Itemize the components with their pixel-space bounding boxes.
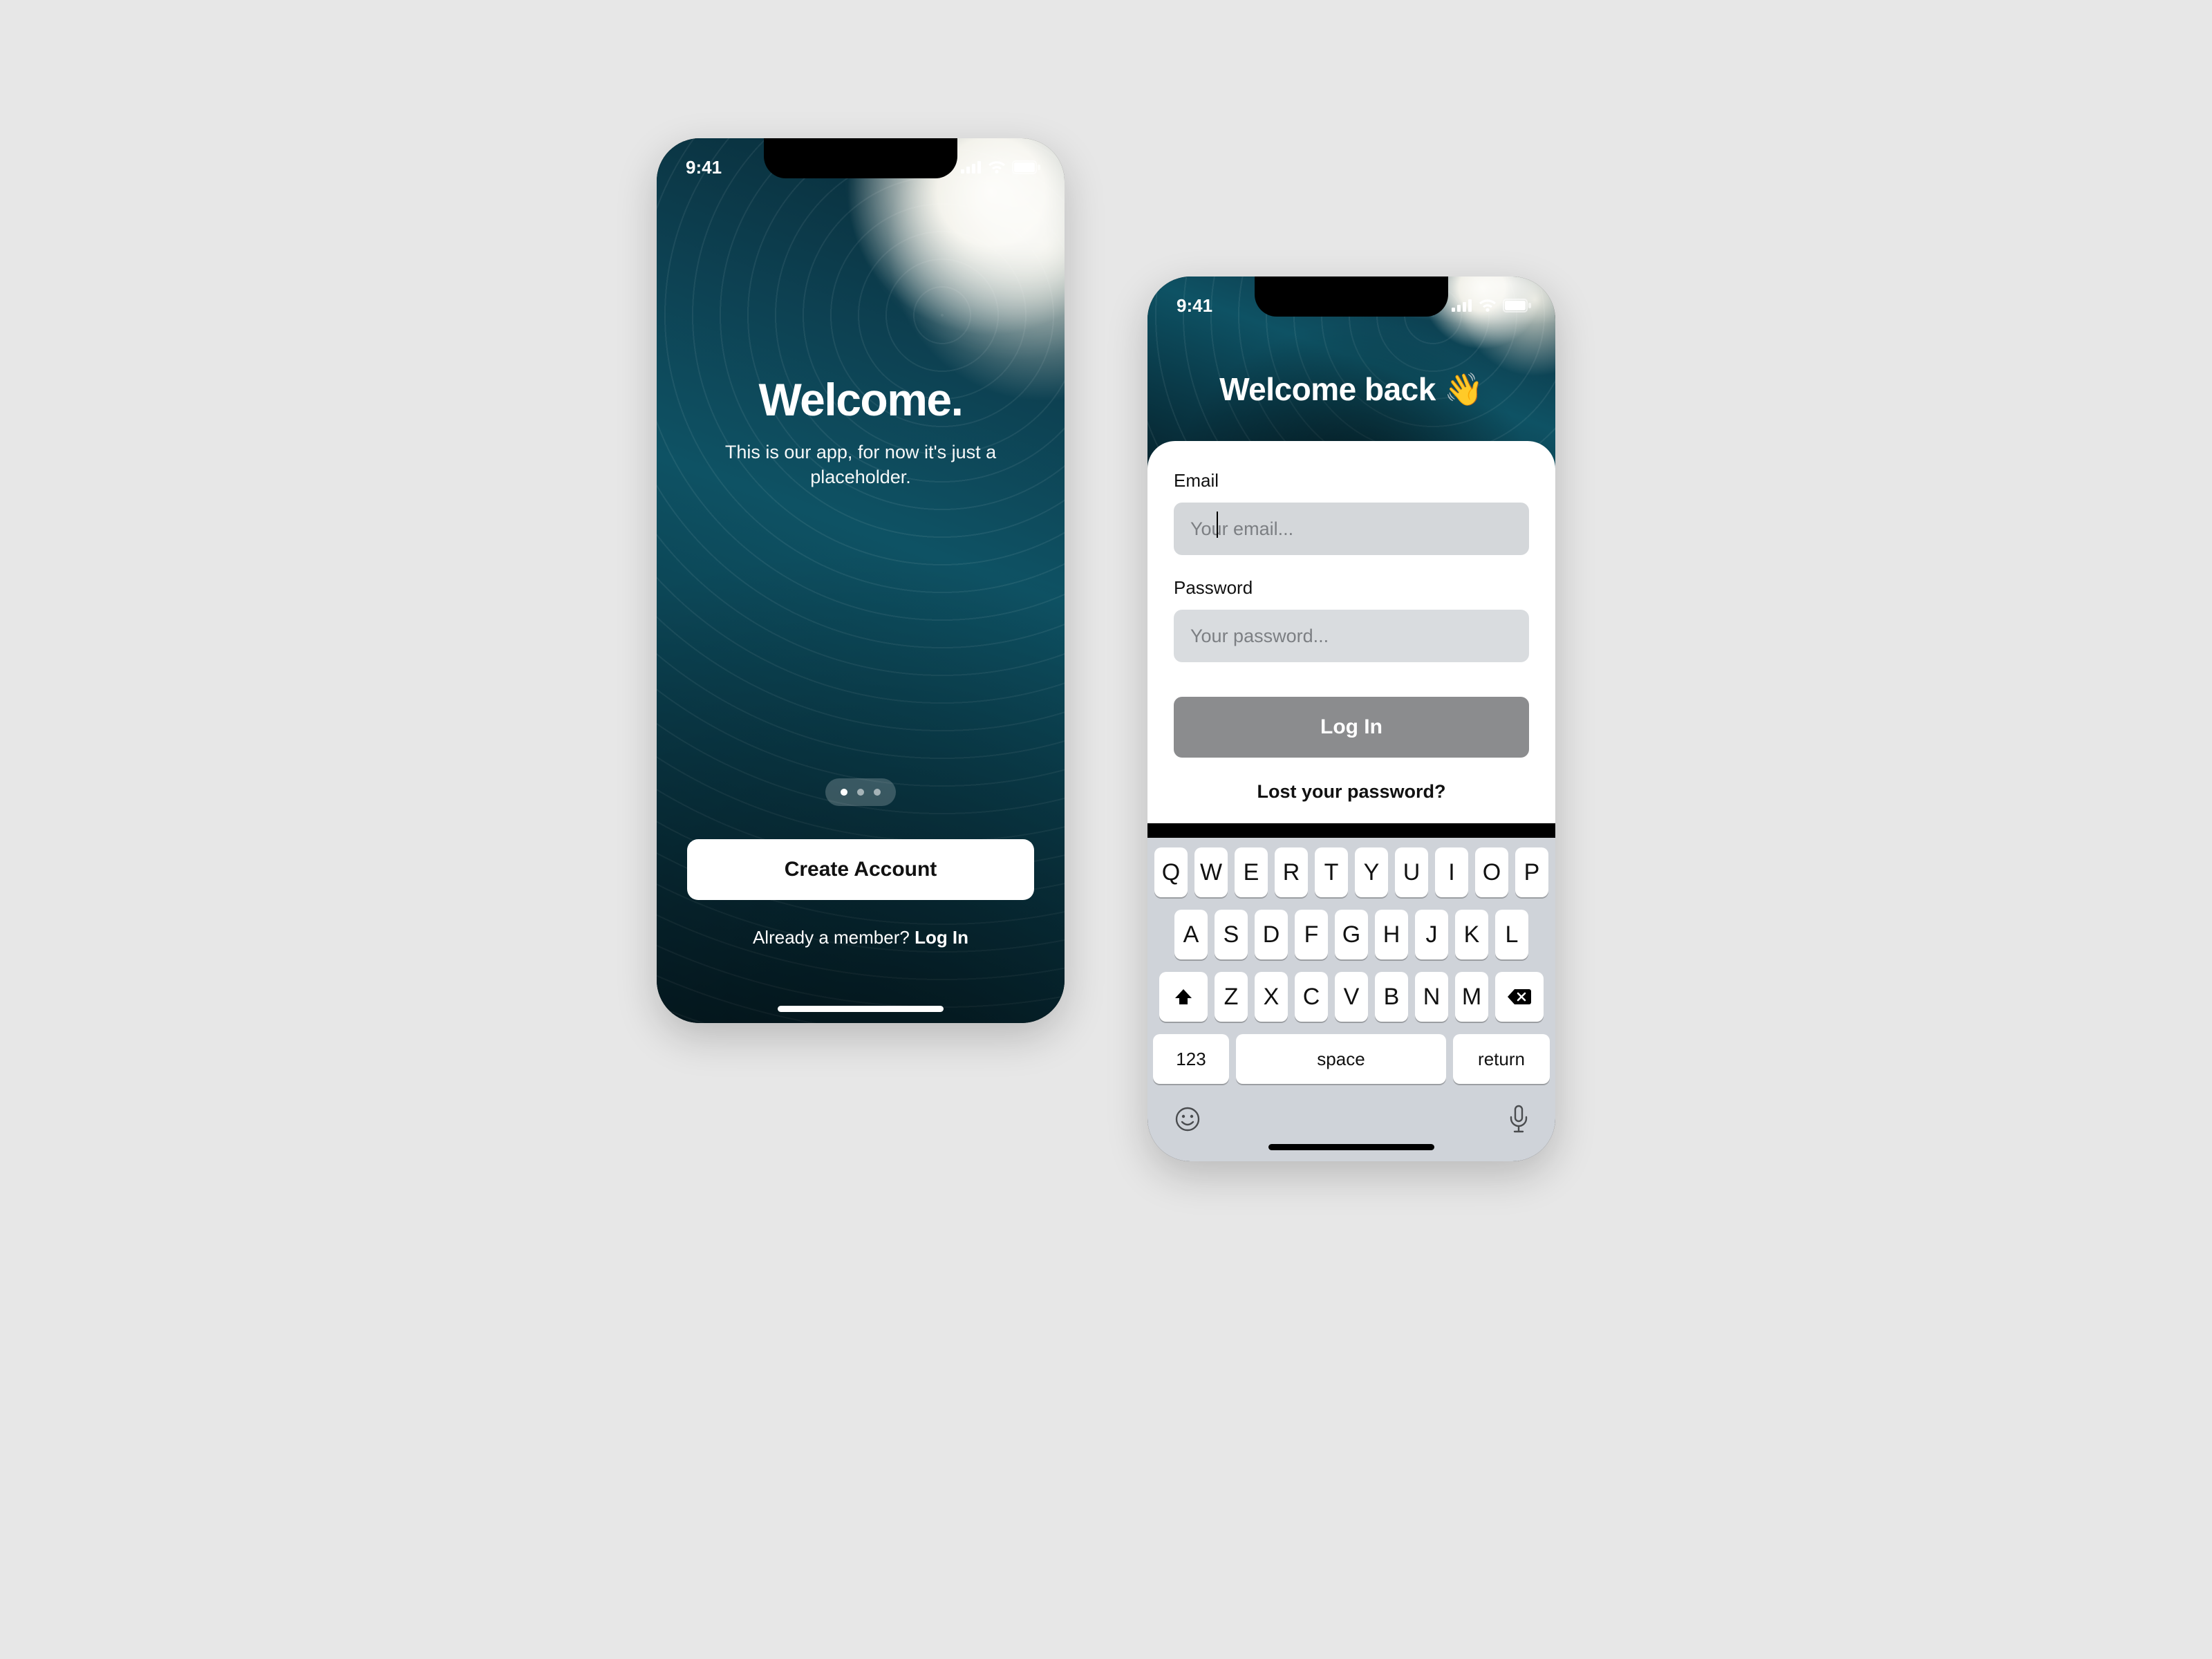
key-w[interactable]: W [1194,847,1228,897]
emoji-keyboard-button[interactable] [1174,1105,1201,1133]
keyboard-bottom-row [1153,1096,1550,1161]
key-c[interactable]: C [1295,972,1328,1022]
key-s[interactable]: S [1215,910,1248,959]
email-field-wrap: Email [1174,470,1529,555]
key-z[interactable]: Z [1215,972,1248,1022]
key-o[interactable]: O [1475,847,1508,897]
battery-icon [1012,160,1041,174]
page-indicator[interactable] [825,778,896,806]
key-q[interactable]: Q [1154,847,1188,897]
keyboard-row-3: Z X C V B N M [1153,972,1550,1022]
key-e[interactable]: E [1235,847,1268,897]
key-j[interactable]: J [1415,910,1448,959]
password-label: Password [1174,577,1529,599]
key-space[interactable]: space [1236,1034,1446,1084]
key-l[interactable]: L [1495,910,1528,959]
key-n[interactable]: N [1415,972,1448,1022]
status-indicators [1452,299,1532,312]
emoji-icon [1174,1105,1201,1133]
device-notch [764,138,957,178]
wifi-icon [987,160,1006,174]
key-u[interactable]: U [1395,847,1428,897]
welcome-screen: 9:41 Welcome. This is our app, for now i… [657,138,1065,1023]
email-label: Email [1174,470,1529,491]
login-title: Welcome back 👋 [1147,371,1555,409]
login-button[interactable]: Log In [1174,697,1529,758]
page-dot-1[interactable] [841,789,847,796]
password-input[interactable] [1174,610,1529,662]
welcome-subtitle: This is our app, for now it's just a pla… [712,440,1009,490]
key-p[interactable]: P [1515,847,1548,897]
keyboard-row-2: A S D F G H J K L [1153,910,1550,959]
status-time: 9:41 [686,157,722,178]
backspace-icon [1507,988,1532,1006]
key-return[interactable]: return [1453,1034,1550,1084]
key-d[interactable]: D [1255,910,1288,959]
key-h[interactable]: H [1375,910,1408,959]
key-b[interactable]: B [1375,972,1408,1022]
key-f[interactable]: F [1295,910,1328,959]
key-123[interactable]: 123 [1153,1034,1229,1084]
status-time: 9:41 [1177,295,1212,317]
key-x[interactable]: X [1255,972,1288,1022]
ios-keyboard: Q W E R T Y U I O P A S D F G H J K L Z [1147,838,1555,1161]
key-a[interactable]: A [1174,910,1208,959]
key-i[interactable]: I [1435,847,1468,897]
keyboard-row-1: Q W E R T Y U I O P [1153,847,1550,897]
key-y[interactable]: Y [1355,847,1388,897]
create-account-button[interactable]: Create Account [687,839,1034,900]
home-indicator[interactable] [1268,1144,1434,1150]
key-t[interactable]: T [1315,847,1348,897]
already-member-text: Already a member? [753,927,915,948]
keyboard-row-4: 123 space return [1153,1034,1550,1084]
login-screen: 9:41 Welcome back 👋 Email Password Log I… [1147,276,1555,1161]
login-link[interactable]: Log In [915,927,968,948]
microphone-icon [1508,1105,1529,1134]
welcome-title: Welcome. [759,373,963,426]
shift-icon [1174,988,1193,1006]
key-g[interactable]: G [1335,910,1368,959]
key-backspace[interactable] [1495,972,1544,1022]
email-input[interactable] [1174,503,1529,555]
status-indicators [961,160,1041,174]
lost-password-link[interactable]: Lost your password? [1174,781,1529,803]
already-member-line: Already a member? Log In [657,927,1065,948]
key-shift[interactable] [1159,972,1208,1022]
key-r[interactable]: R [1275,847,1308,897]
key-v[interactable]: V [1335,972,1368,1022]
wifi-icon [1478,299,1497,312]
page-dot-2[interactable] [857,789,864,796]
password-field-wrap: Password [1174,577,1529,662]
page-dot-3[interactable] [874,789,881,796]
key-k[interactable]: K [1455,910,1488,959]
dictation-button[interactable] [1508,1105,1529,1134]
key-m[interactable]: M [1455,972,1488,1022]
home-indicator[interactable] [778,1006,944,1012]
login-card: Email Password Log In Lost your password… [1147,441,1555,823]
cellular-icon [1452,299,1472,312]
text-cursor [1217,512,1218,538]
cellular-icon [961,161,982,174]
battery-icon [1503,299,1532,312]
device-notch [1255,276,1448,317]
